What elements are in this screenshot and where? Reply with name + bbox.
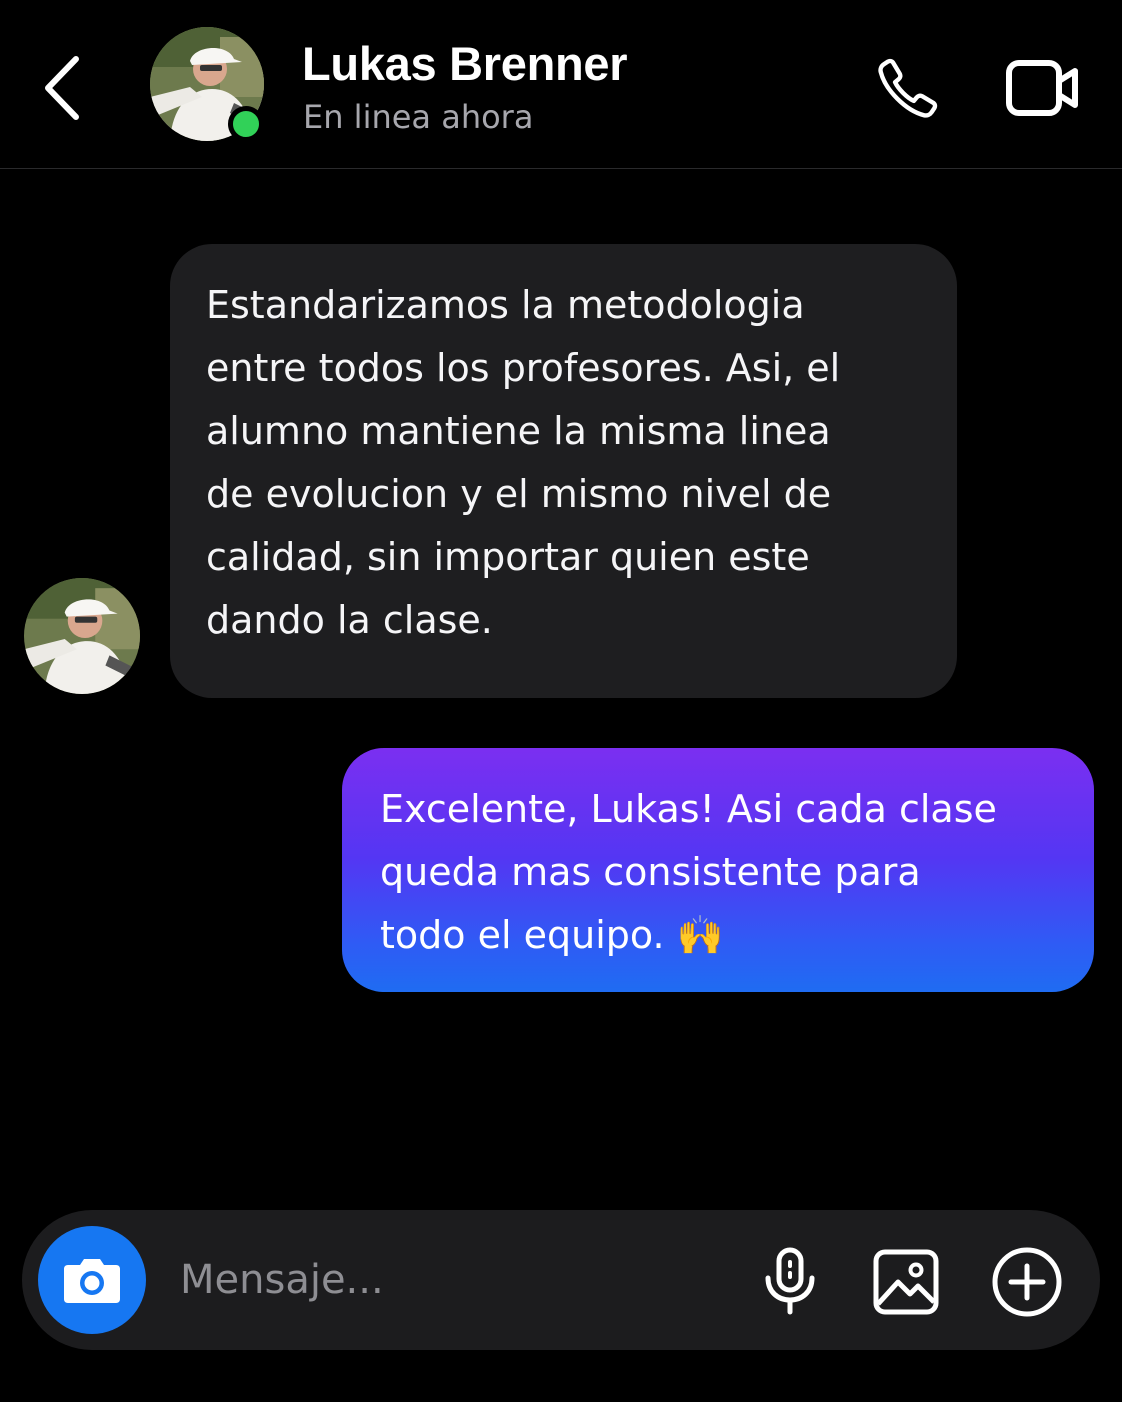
chat-screen: Lukas Brenner En linea ahora Estandariza…	[0, 0, 1122, 1402]
chat-header: Lukas Brenner En linea ahora	[0, 0, 1122, 169]
incoming-message-bubble[interactable]: Estandarizamos la metodologia entre todo…	[170, 244, 957, 698]
video-call-button[interactable]	[1000, 48, 1086, 128]
message-text: Estandarizamos la metodologia entre todo…	[206, 283, 841, 642]
back-button[interactable]	[30, 48, 94, 128]
image-icon	[873, 1249, 939, 1315]
message-text: Excelente, Lukas! Asi cada clase queda m…	[380, 787, 997, 957]
call-button[interactable]	[868, 48, 948, 128]
video-camera-icon	[1006, 60, 1078, 116]
camera-button[interactable]	[38, 1226, 146, 1334]
camera-icon	[64, 1259, 120, 1303]
microphone-icon	[765, 1247, 815, 1315]
contact-name[interactable]: Lukas Brenner	[302, 36, 628, 91]
gallery-button[interactable]	[866, 1242, 946, 1322]
contact-status: En linea ahora	[303, 98, 534, 136]
microphone-button[interactable]	[754, 1242, 826, 1322]
chevron-left-icon	[45, 56, 79, 120]
message-input[interactable]	[180, 1240, 740, 1320]
phone-icon	[878, 58, 938, 118]
avatar-photo	[24, 578, 140, 694]
outgoing-message-bubble[interactable]: Excelente, Lukas! Asi cada clase queda m…	[342, 748, 1094, 992]
message-sender-avatar[interactable]	[24, 578, 140, 694]
plus-circle-icon	[992, 1247, 1062, 1317]
more-options-button[interactable]	[986, 1242, 1068, 1322]
online-status-dot	[228, 106, 264, 142]
